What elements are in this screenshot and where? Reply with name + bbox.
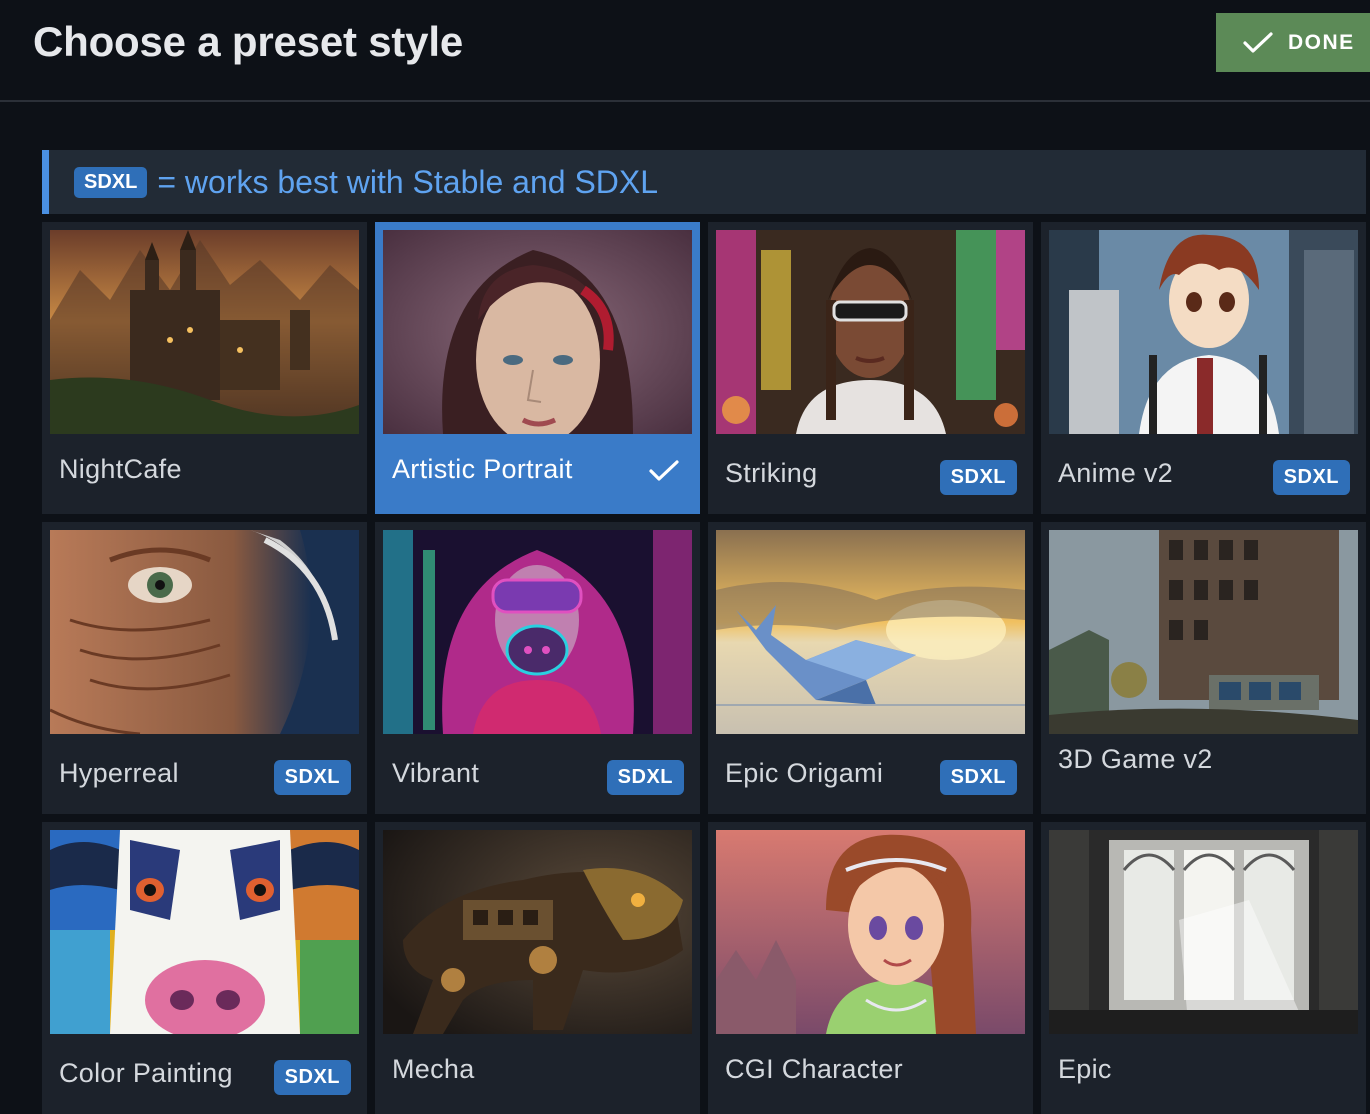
- preset-label: NightCafe: [59, 454, 182, 484]
- preset-image-origami-whale: [716, 530, 1025, 734]
- selected-check-icon: [649, 460, 679, 481]
- sdxl-info-banner: SDXL = works best with Stable and SDXL: [42, 150, 1366, 214]
- preset-image-old-man-face: [50, 530, 359, 734]
- preset-card-3d-game-v2[interactable]: 3D Game v2: [1041, 522, 1366, 814]
- dialog-header: Choose a preset style DONE: [0, 0, 1370, 102]
- preset-image-ruined-building: [1049, 530, 1358, 734]
- preset-image-neon-masked-girl: [383, 530, 692, 734]
- sdxl-badge: SDXL: [606, 760, 684, 795]
- preset-card-artistic-portrait[interactable]: Artistic Portrait: [375, 222, 700, 514]
- page-title: Choose a preset style: [33, 18, 463, 65]
- preset-label: Striking: [725, 458, 818, 488]
- preset-label: Epic: [1058, 1054, 1112, 1084]
- preset-label: Anime v2: [1058, 458, 1173, 488]
- preset-card-hyperreal[interactable]: Hyperreal SDXL: [42, 522, 367, 814]
- sdxl-badge: SDXL: [74, 166, 148, 198]
- preset-image-mech-beast: [383, 830, 692, 1034]
- sdxl-badge: SDXL: [273, 760, 351, 795]
- sdxl-badge: SDXL: [939, 760, 1017, 795]
- sdxl-badge: SDXL: [273, 1060, 351, 1095]
- done-button[interactable]: DONE: [1216, 13, 1370, 72]
- preset-card-striking[interactable]: Striking SDXL: [708, 222, 1033, 514]
- preset-label: Epic Origami: [725, 758, 884, 788]
- preset-image-woman-portrait: [383, 230, 692, 434]
- preset-image-cathedral-light: [1049, 830, 1358, 1034]
- preset-card-mecha[interactable]: Mecha: [375, 822, 700, 1114]
- preset-label: Hyperreal: [59, 758, 179, 788]
- preset-image-cartoon-girl: [716, 830, 1025, 1034]
- preset-grid: NightCafe Artistic Portrait Striking SDX…: [42, 222, 1366, 1114]
- preset-card-color-painting[interactable]: Color Painting SDXL: [42, 822, 367, 1114]
- preset-label: CGI Character: [725, 1054, 903, 1084]
- preset-card-anime-v2[interactable]: Anime v2 SDXL: [1041, 222, 1366, 514]
- preset-label: Color Painting: [59, 1058, 233, 1088]
- sdxl-badge: SDXL: [939, 460, 1017, 495]
- preset-card-epic[interactable]: Epic: [1041, 822, 1366, 1114]
- preset-image-fantasy-castle: [50, 230, 359, 434]
- preset-card-vibrant[interactable]: Vibrant SDXL: [375, 522, 700, 814]
- checkmark-icon: [1243, 31, 1273, 53]
- info-text: = works best with Stable and SDXL: [157, 163, 659, 200]
- preset-card-cgi-character[interactable]: CGI Character: [708, 822, 1033, 1114]
- preset-image-anime-boy-city: [1049, 230, 1358, 434]
- preset-label: Artistic Portrait: [392, 454, 573, 484]
- preset-label: 3D Game v2: [1058, 744, 1213, 774]
- preset-image-woman-sunglasses-city: [716, 230, 1025, 434]
- done-label: DONE: [1288, 30, 1355, 54]
- preset-card-nightcafe[interactable]: NightCafe: [42, 222, 367, 514]
- preset-image-colorful-cow: [50, 830, 359, 1034]
- preset-label: Mecha: [392, 1054, 475, 1084]
- sdxl-badge: SDXL: [1272, 460, 1350, 495]
- preset-label: Vibrant: [392, 758, 480, 788]
- preset-card-epic-origami[interactable]: Epic Origami SDXL: [708, 522, 1033, 814]
